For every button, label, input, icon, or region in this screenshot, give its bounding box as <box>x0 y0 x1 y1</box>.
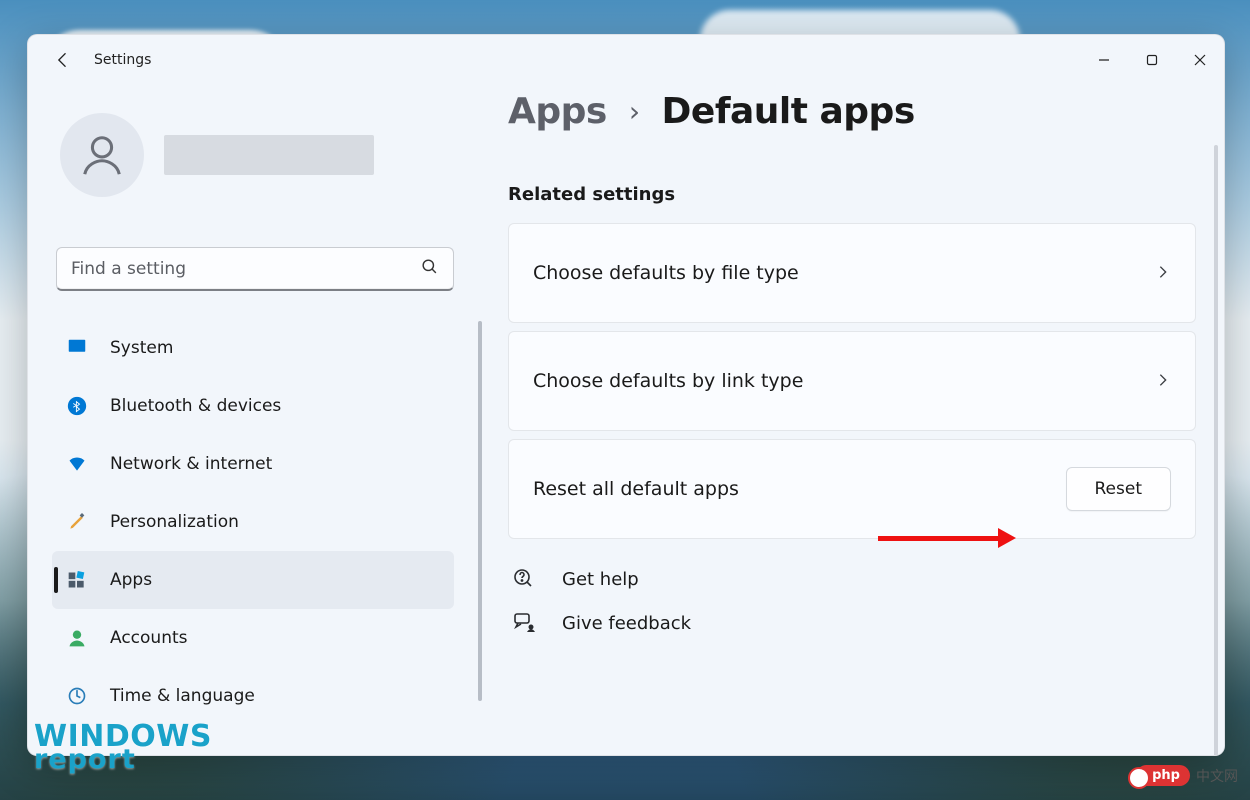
help-label: Get help <box>562 569 639 590</box>
breadcrumb-parent[interactable]: Apps <box>508 91 607 132</box>
sidebar-item-label: Time & language <box>110 686 255 706</box>
card-label: Choose defaults by link type <box>533 370 803 392</box>
main-content: Apps › Default apps Related settings Cho… <box>478 85 1224 755</box>
close-button[interactable] <box>1176 41 1224 79</box>
back-button[interactable] <box>46 43 80 77</box>
breadcrumb-current: Default apps <box>662 91 915 132</box>
sidebar-item-label: Apps <box>110 570 152 590</box>
minimize-button[interactable] <box>1080 41 1128 79</box>
sidebar-item-label: Network & internet <box>110 454 272 474</box>
sidebar-item-bluetooth[interactable]: Bluetooth & devices <box>52 377 454 435</box>
sidebar: System Bluetooth & devices Network & int… <box>28 85 478 755</box>
card-label: Choose defaults by file type <box>533 262 799 284</box>
display-icon <box>66 337 88 359</box>
titlebar: Settings <box>28 35 1224 85</box>
bluetooth-icon <box>66 395 88 417</box>
sidebar-item-label: Accounts <box>110 628 188 648</box>
sidebar-item-system[interactable]: System <box>52 319 454 377</box>
settings-window: Settings Syste <box>27 34 1225 756</box>
help-icon <box>512 567 536 591</box>
maximize-button[interactable] <box>1128 41 1176 79</box>
sidebar-item-accounts[interactable]: Accounts <box>52 609 454 667</box>
sidebar-item-label: Personalization <box>110 512 239 532</box>
search-box[interactable] <box>56 247 454 291</box>
apps-icon <box>66 569 88 591</box>
main-scrollbar[interactable] <box>1214 145 1218 755</box>
wifi-icon <box>66 453 88 475</box>
breadcrumb: Apps › Default apps <box>508 89 1196 160</box>
sidebar-item-personalization[interactable]: Personalization <box>52 493 454 551</box>
person-icon <box>66 627 88 649</box>
window-controls <box>1080 41 1224 79</box>
sidebar-item-label: Bluetooth & devices <box>110 396 281 416</box>
paintbrush-icon <box>66 511 88 533</box>
feedback-icon <box>512 611 536 635</box>
sidebar-item-network[interactable]: Network & internet <box>52 435 454 493</box>
profile-block[interactable] <box>52 103 478 217</box>
card-defaults-file-type[interactable]: Choose defaults by file type <box>508 223 1196 323</box>
reset-button[interactable]: Reset <box>1066 467 1172 511</box>
give-feedback-link[interactable]: Give feedback <box>508 611 1196 635</box>
card-label: Reset all default apps <box>533 478 739 500</box>
nav: System Bluetooth & devices Network & int… <box>52 319 478 725</box>
chevron-right-icon: › <box>629 95 640 128</box>
search-input[interactable] <box>71 259 420 279</box>
card-reset-defaults: Reset all default apps Reset <box>508 439 1196 539</box>
avatar <box>60 113 144 197</box>
profile-name-redacted <box>164 135 374 175</box>
sidebar-item-apps[interactable]: Apps <box>52 551 454 609</box>
search-icon <box>420 257 439 280</box>
globe-clock-icon <box>66 685 88 707</box>
help-label: Give feedback <box>562 613 691 634</box>
chevron-right-icon <box>1155 369 1171 393</box>
window-title: Settings <box>94 52 151 68</box>
section-label-related: Related settings <box>508 184 1196 205</box>
chevron-right-icon <box>1155 261 1171 285</box>
sidebar-item-time-language[interactable]: Time & language <box>52 667 454 725</box>
get-help-link[interactable]: Get help <box>508 567 1196 591</box>
sidebar-item-label: System <box>110 338 173 358</box>
card-defaults-link-type[interactable]: Choose defaults by link type <box>508 331 1196 431</box>
